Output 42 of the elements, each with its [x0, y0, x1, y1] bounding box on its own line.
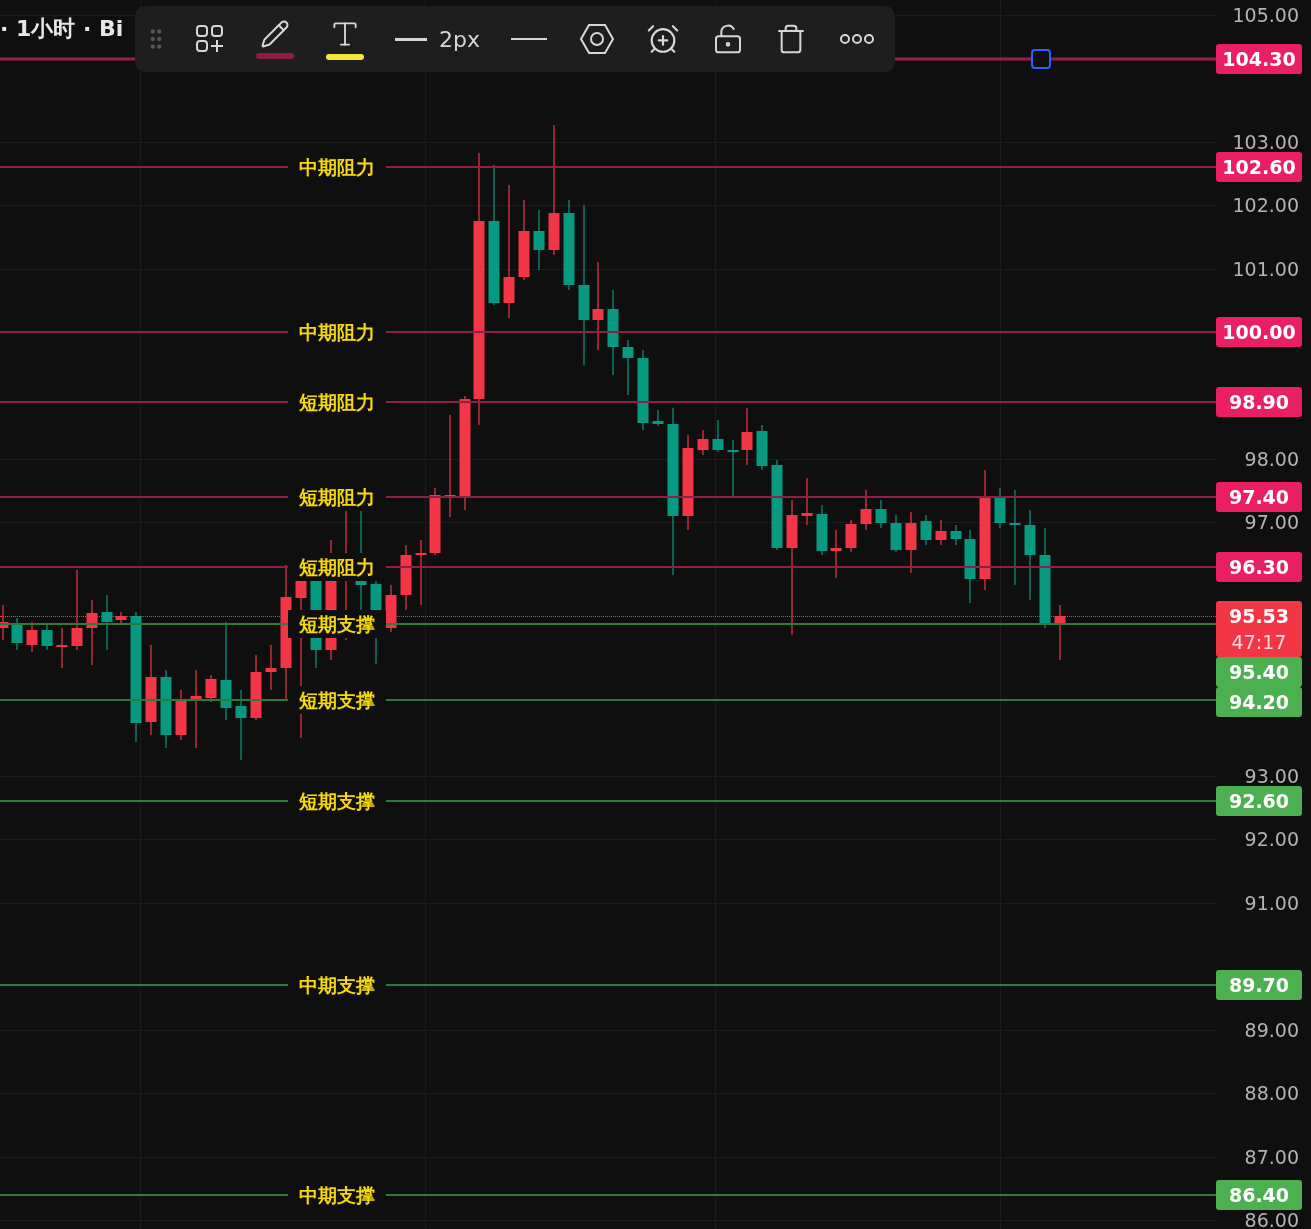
- price-tick: 101.00: [1232, 256, 1299, 281]
- price-tick: 89.00: [1244, 1017, 1299, 1042]
- level-label: 短期支撑: [288, 609, 386, 638]
- price-tag: 92.60: [1216, 786, 1302, 817]
- current-price: 95.53: [1228, 603, 1290, 629]
- line-handle[interactable]: [1031, 49, 1051, 70]
- price-tick: 105.00: [1232, 3, 1299, 27]
- level-label: 短期支撑: [288, 685, 386, 714]
- settings-icon: [579, 23, 615, 55]
- more-icon: [839, 33, 875, 45]
- price-tag: 104.30: [1216, 44, 1302, 75]
- line-width-icon: [395, 37, 427, 41]
- add-widget-icon: [194, 24, 225, 54]
- unlock-icon: [712, 23, 744, 55]
- price-tag: 100.00: [1216, 317, 1302, 348]
- price-tick: 87.00: [1244, 1144, 1299, 1169]
- resistance-line[interactable]: [0, 58, 1216, 61]
- price-tag: 94.20: [1216, 686, 1302, 717]
- price-tick: 92.00: [1244, 827, 1299, 852]
- candle-countdown: 47:17: [1231, 629, 1287, 655]
- price-tick: 88.00: [1244, 1081, 1299, 1106]
- line-width-button[interactable]: 2px: [389, 11, 486, 67]
- price-tick: 86.00: [1244, 1207, 1299, 1229]
- line-style-icon: [511, 38, 548, 40]
- price-tag: 96.30: [1216, 551, 1302, 582]
- price-tag: 89.70: [1216, 970, 1302, 1001]
- pencil-icon: [260, 19, 290, 49]
- price-tick: 98.00: [1244, 446, 1299, 471]
- alarm-clock-plus-icon: [646, 22, 681, 56]
- resistance-line[interactable]: [0, 496, 1216, 498]
- level-label: 短期阻力: [288, 552, 386, 581]
- price-tag: 97.40: [1216, 482, 1302, 512]
- price-tick: 91.00: [1244, 890, 1299, 915]
- price-tick: 93.00: [1244, 764, 1299, 789]
- chart-title: · 1小时 · Bi: [0, 15, 124, 43]
- price-tag: 102.60: [1216, 152, 1302, 183]
- price-tag: 95.40: [1216, 656, 1302, 687]
- price-tick: 102.00: [1232, 193, 1299, 218]
- price-tag: 86.40: [1216, 1179, 1302, 1210]
- price-tag: 98.90: [1216, 386, 1302, 417]
- price-tick: 103.00: [1232, 129, 1299, 154]
- price-tick: 97.00: [1244, 510, 1299, 535]
